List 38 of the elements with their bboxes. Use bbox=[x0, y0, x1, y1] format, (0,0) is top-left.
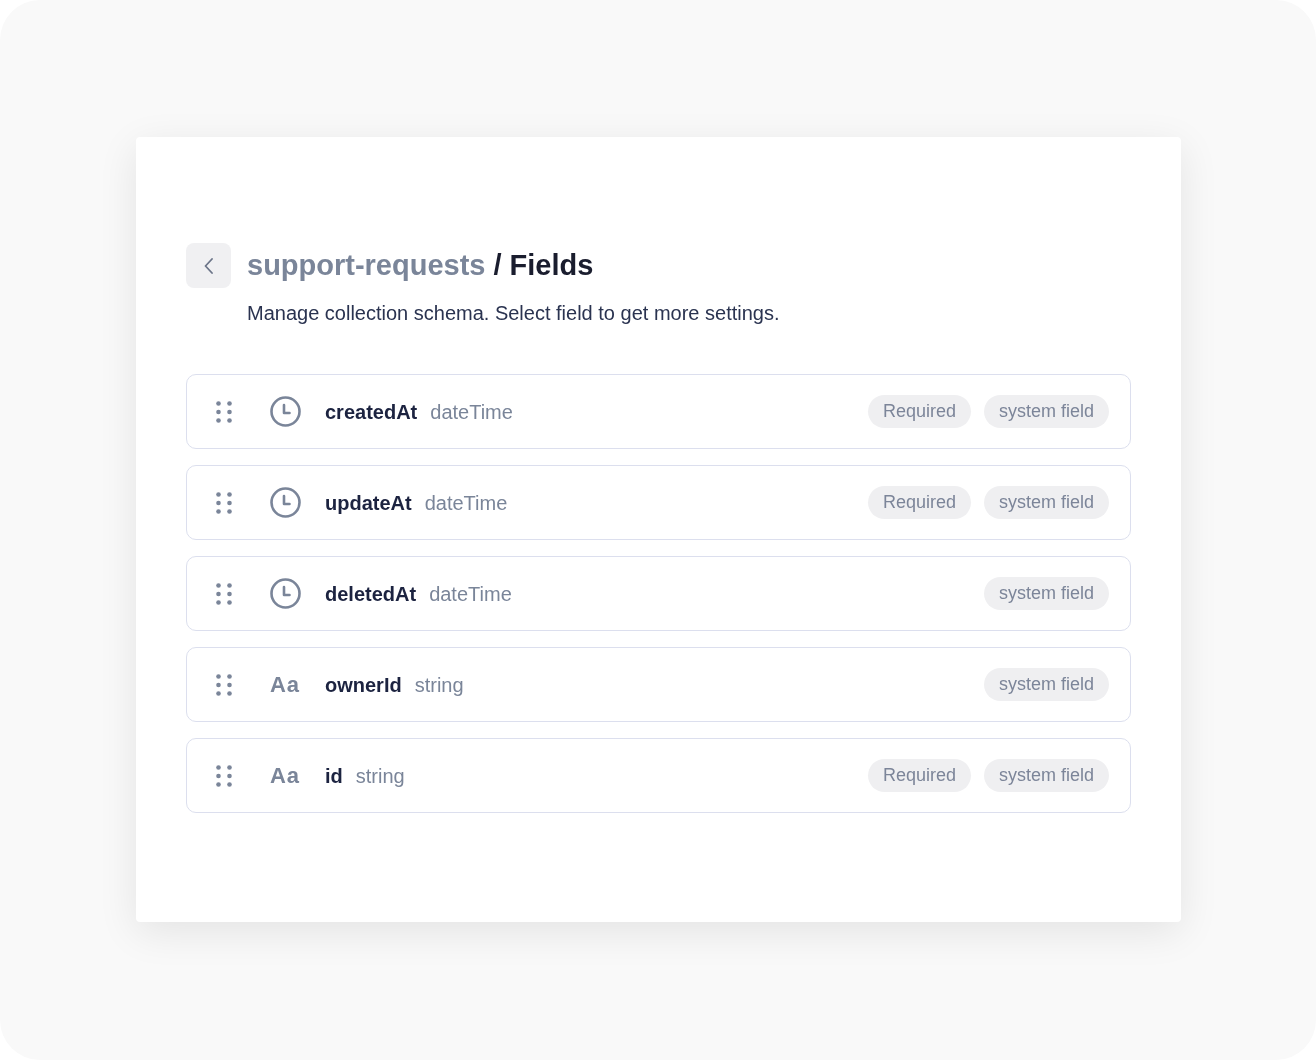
page-description: Manage collection schema. Select field to get more settings. bbox=[247, 301, 780, 326]
clock-icon bbox=[269, 578, 301, 609]
drag-handle-icon[interactable] bbox=[216, 582, 232, 605]
field-tag: Required bbox=[867, 759, 971, 792]
field-tag: system field bbox=[983, 759, 1109, 792]
field-tag: Required bbox=[867, 395, 971, 428]
drag-handle-icon[interactable] bbox=[216, 673, 232, 696]
drag-handle-icon[interactable] bbox=[216, 400, 232, 423]
text-type-icon: Aa bbox=[269, 764, 301, 787]
field-name: id bbox=[325, 763, 343, 789]
field-tag: system field bbox=[983, 668, 1109, 701]
field-row[interactable]: updateAt dateTime Required system field bbox=[186, 465, 1131, 540]
clock-icon bbox=[269, 396, 301, 427]
field-name: ownerId bbox=[325, 672, 402, 698]
field-type: dateTime bbox=[424, 490, 508, 516]
text-type-icon: Aa bbox=[269, 673, 301, 696]
field-name: updateAt bbox=[325, 490, 412, 516]
field-type: dateTime bbox=[429, 581, 512, 607]
page-title: Fields bbox=[509, 251, 594, 280]
chevron-left-icon bbox=[204, 257, 213, 274]
breadcrumb-separator: / bbox=[493, 251, 502, 280]
field-tag: Required bbox=[867, 486, 971, 519]
breadcrumb-link[interactable]: support-requests bbox=[247, 251, 486, 280]
clock-icon bbox=[269, 487, 301, 518]
field-row[interactable]: Aa id string Required system field bbox=[186, 738, 1131, 813]
field-tag: system field bbox=[983, 486, 1109, 519]
field-type: string bbox=[355, 763, 405, 789]
field-name: deletedAt bbox=[325, 581, 417, 607]
field-type: dateTime bbox=[430, 399, 513, 425]
field-type: string bbox=[414, 672, 464, 698]
drag-handle-icon[interactable] bbox=[216, 491, 232, 514]
drag-handle-icon[interactable] bbox=[216, 764, 232, 787]
field-tag: system field bbox=[983, 395, 1109, 428]
field-tag: system field bbox=[983, 577, 1109, 610]
field-row[interactable]: createdAt dateTime Required system field bbox=[186, 374, 1131, 449]
field-name: createdAt bbox=[325, 399, 418, 425]
field-row[interactable]: Aa ownerId string system field bbox=[186, 647, 1131, 722]
field-row[interactable]: deletedAt dateTime system field bbox=[186, 556, 1131, 631]
